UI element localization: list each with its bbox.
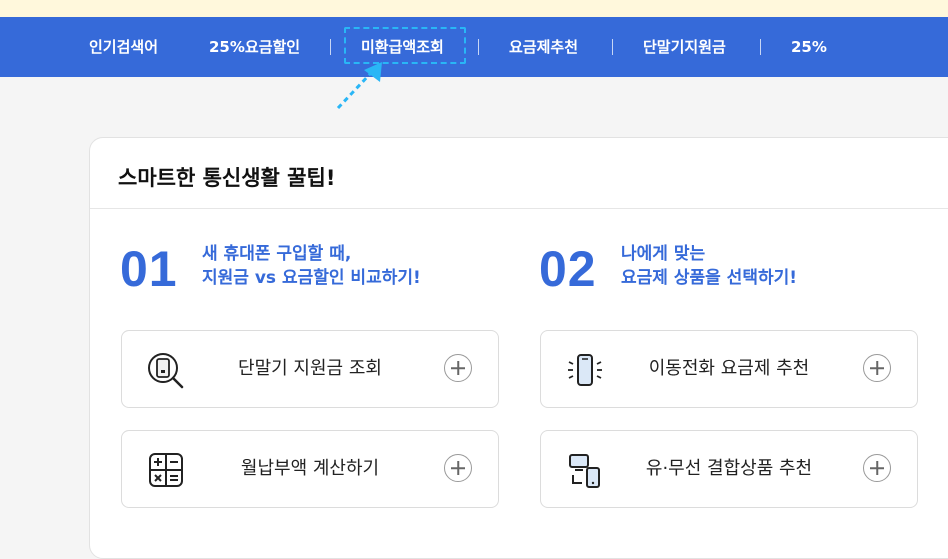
popular-search-label: 인기검색어 xyxy=(89,38,159,56)
plus-icon xyxy=(863,354,891,382)
section-heading-line1: 나에게 맞는 xyxy=(621,244,706,264)
section-number: 01 xyxy=(120,241,178,297)
tile-label: 이동전화 요금제 추천 xyxy=(648,358,810,379)
tips-card: 스마트한 통신생활 꿀팁! 01 새 휴대폰 구입할 때, 지원금 vs 요금할… xyxy=(89,137,948,559)
popular-search-bar: 인기검색어 25%요금할인 미환급액조회 요금제추천 단말기지원금 25% xyxy=(0,17,948,77)
device-subsidy-lookup-button[interactable]: 단말기 지원금 조회 xyxy=(121,330,499,408)
card-divider xyxy=(90,208,948,209)
mobile-plan-recommend-button[interactable]: 이동전화 요금제 추천 xyxy=(540,330,918,408)
card-title: 스마트한 통신생활 꿀팁! xyxy=(118,166,336,190)
section-heading-line2: 요금제 상품을 선택하기! xyxy=(621,268,797,288)
nav-item-plan-recommend[interactable]: 요금제추천 xyxy=(509,17,578,77)
bundle-product-recommend-button[interactable]: 유·무선 결합상품 추천 xyxy=(540,430,918,508)
plus-icon xyxy=(863,454,891,482)
top-banner-strip xyxy=(0,0,948,17)
nav-divider xyxy=(760,39,761,55)
monthly-payment-calculator-button[interactable]: 월납부액 계산하기 xyxy=(121,430,499,508)
nav-divider xyxy=(612,39,613,55)
tile-label: 월납부액 계산하기 xyxy=(240,458,380,479)
tile-label: 단말기 지원금 조회 xyxy=(238,358,382,379)
section-heading-line2: 지원금 vs 요금할인 비교하기! xyxy=(202,268,421,288)
highlight-box xyxy=(344,27,466,64)
section-heading-line1: 새 휴대폰 구입할 때, xyxy=(202,244,352,264)
nav-divider xyxy=(478,39,479,55)
plus-icon xyxy=(444,354,472,382)
nav-divider xyxy=(330,39,331,55)
section-number: 02 xyxy=(539,241,597,297)
nav-item-device-subsidy[interactable]: 단말기지원금 xyxy=(643,17,726,77)
plus-icon xyxy=(444,454,472,482)
tile-label: 유·무선 결합상품 추천 xyxy=(645,458,813,479)
nav-item-25-discount[interactable]: 25%요금할인 xyxy=(209,17,300,77)
pointer-arrow-icon xyxy=(336,62,382,110)
nav-item-25[interactable]: 25% xyxy=(791,17,827,77)
